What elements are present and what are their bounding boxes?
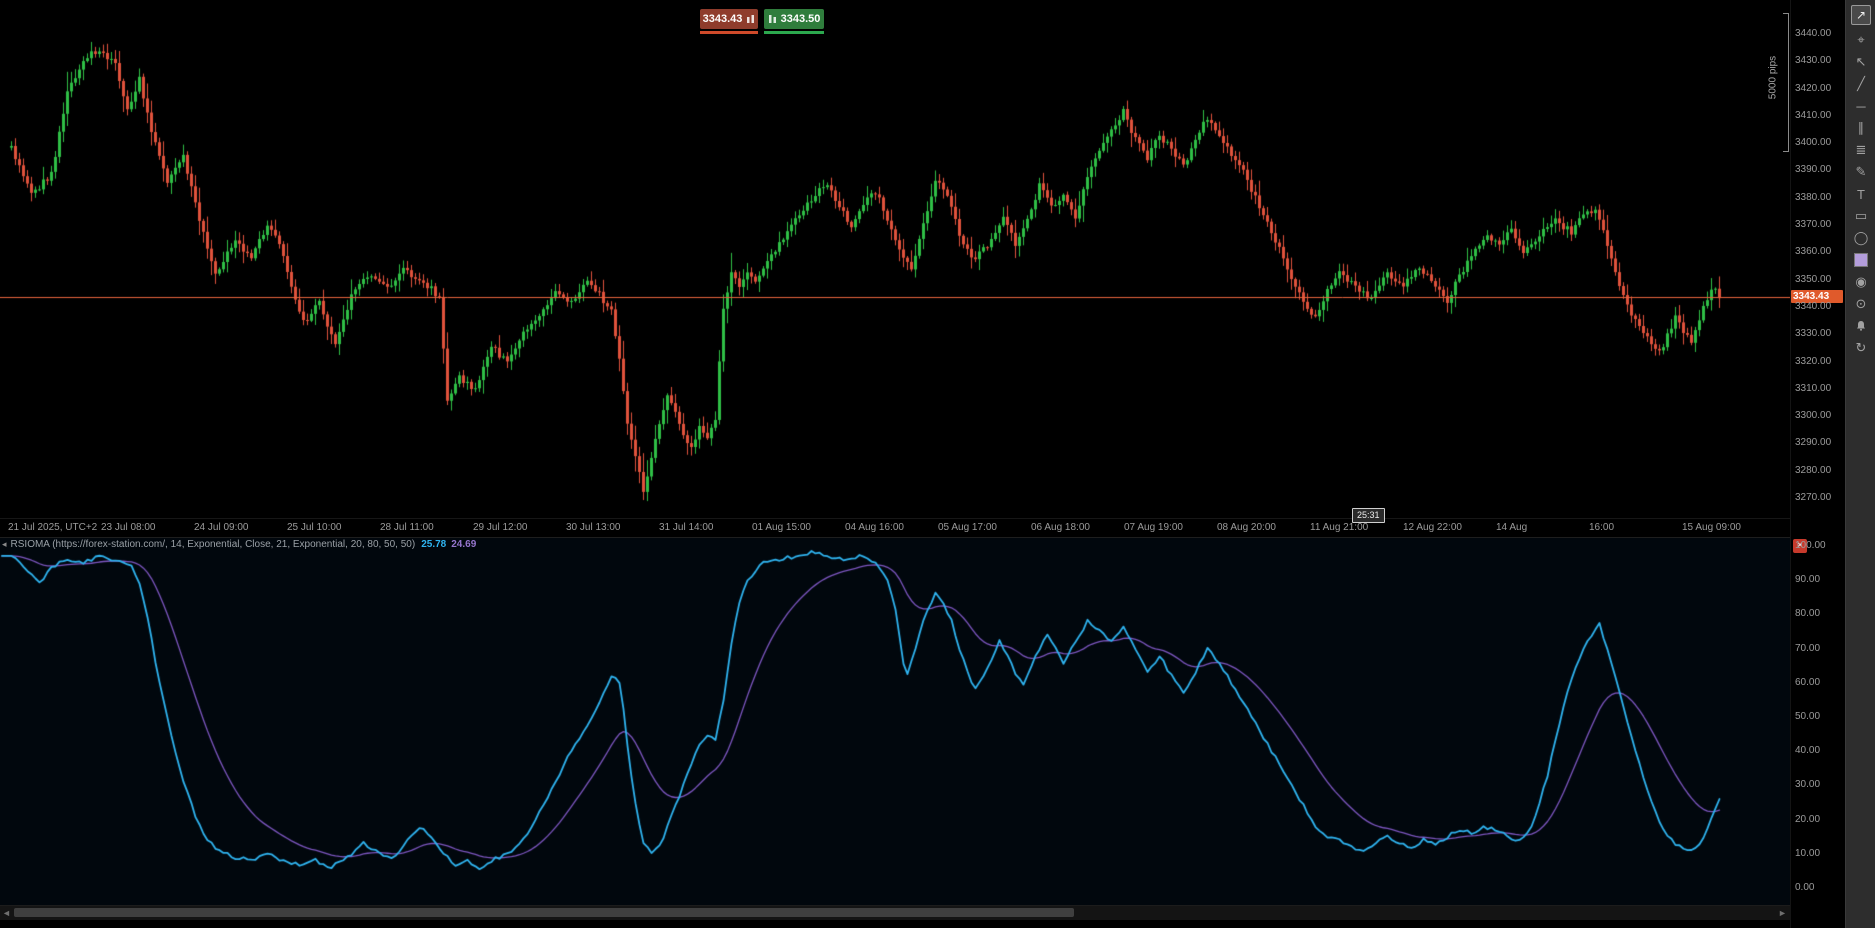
time-axis-label: 29 Jul 12:00: [473, 522, 528, 533]
price-axis-label: 3410.00: [1795, 109, 1832, 121]
drawing-toolbar: ↗ ⌖ ↖ ╱ ─ ∥ ≣ ✎ T ▭ ◯ ◉ ⊙ ↻: [1845, 0, 1875, 928]
scroll-left-arrow[interactable]: ◄: [2, 907, 11, 919]
time-axis[interactable]: 21 Jul 2025, UTC+2 23 Jul 08:00 24 Jul 09:…: [0, 518, 1790, 537]
fibonacci-icon[interactable]: ≣: [1846, 139, 1875, 161]
time-axis-label: 11 Aug 21:00: [1310, 522, 1369, 533]
time-axis-label: 28 Jul 11:00: [380, 522, 434, 533]
screenshot-icon[interactable]: ⊙: [1846, 293, 1875, 315]
visibility-icon[interactable]: ◉: [1846, 271, 1875, 293]
price-axis-label: 3340.00: [1795, 300, 1832, 312]
time-axis-label: 05 Aug 17:00: [938, 522, 997, 533]
rectangle-icon[interactable]: ▭: [1846, 205, 1875, 227]
scrollbar-thumb[interactable]: [14, 908, 1074, 917]
price-axis-label: 3440.00: [1795, 28, 1832, 39]
horizontal-scrollbar[interactable]: ◄ ►: [0, 905, 1790, 920]
time-axis-label: 04 Aug 16:00: [845, 522, 904, 533]
buy-depth-icon: [768, 14, 776, 23]
price-axis-label: 3420.00: [1795, 82, 1832, 94]
color-swatch[interactable]: [1846, 249, 1875, 271]
indicator-axis-label: 70.00: [1795, 642, 1821, 654]
price-axis-label: 3320.00: [1795, 355, 1832, 367]
trendline-icon[interactable]: ╱: [1846, 73, 1875, 95]
indicator-axis-label: 0.00: [1795, 882, 1815, 893]
price-axis-label: 3430.00: [1795, 55, 1832, 67]
price-axis-label: 3400.00: [1795, 137, 1832, 149]
time-axis-label: 14 Aug: [1496, 522, 1528, 533]
alert-icon[interactable]: [1846, 315, 1875, 337]
time-axis-label: 15 Aug 09:00: [1682, 522, 1741, 533]
sell-depth-icon: [747, 14, 755, 23]
indicator-axis-label: 40.00: [1795, 745, 1821, 757]
candlestick-chart[interactable]: [0, 0, 1790, 518]
indicator-axis-label: 100.00: [1795, 540, 1826, 551]
indicator-axis-label: 20.00: [1795, 813, 1821, 825]
price-axis-label: 3370.00: [1795, 219, 1832, 231]
price-axis-label: 3300.00: [1795, 410, 1832, 422]
horizontal-line-icon[interactable]: ─: [1846, 95, 1875, 117]
text-icon[interactable]: T: [1846, 183, 1875, 205]
sell-button[interactable]: 3343.43: [700, 9, 758, 29]
time-axis-label: 23 Jul 08:00: [101, 522, 156, 533]
pips-measure-label: 5000 pips: [1767, 55, 1779, 100]
indicator-axis-label: 90.00: [1795, 574, 1821, 586]
buy-button[interactable]: 3343.50: [764, 9, 824, 29]
time-axis-label: 25 Jul 10:00: [287, 522, 342, 533]
indicator-axis-label: 10.00: [1795, 847, 1821, 859]
trading-app: 21 Jul 2025, UTC+2 23 Jul 08:00 24 Jul 09:…: [0, 0, 1875, 928]
pointer-icon[interactable]: ↖: [1846, 51, 1875, 73]
popout-icon[interactable]: ↗: [1851, 5, 1871, 25]
time-axis-label: 12 Aug 22:00: [1403, 522, 1462, 533]
swatch-color: [1854, 253, 1868, 267]
refresh-icon[interactable]: ↻: [1846, 337, 1875, 359]
candle-countdown-tooltip: 25:31: [1352, 508, 1385, 523]
time-axis-label: 24 Jul 09:00: [194, 522, 249, 533]
time-axis-label: 16:00: [1589, 522, 1615, 533]
time-axis-label: 08 Aug 20:00: [1217, 522, 1276, 533]
indicator-axis-label: 80.00: [1795, 608, 1821, 620]
price-axis-label: 3310.00: [1795, 382, 1832, 394]
scroll-right-arrow[interactable]: ►: [1778, 907, 1787, 919]
price-axis-label: 3350.00: [1795, 273, 1832, 285]
indicator-axis-label: 60.00: [1795, 676, 1821, 688]
indicator-signal-value: 24.69: [451, 539, 477, 550]
price-axis-label: 3360.00: [1795, 246, 1832, 258]
time-axis-label: 21 Jul 2025, UTC+2: [8, 522, 98, 533]
price-axis-label: 3270.00: [1795, 492, 1832, 503]
crosshair-icon[interactable]: ⌖: [1846, 29, 1875, 51]
time-axis-label: 01 Aug 15:00: [752, 522, 811, 533]
time-axis-label: 30 Jul 13:00: [566, 522, 621, 533]
price-axis-label: 3390.00: [1795, 164, 1832, 176]
channel-icon[interactable]: ∥: [1846, 117, 1875, 139]
indicator-title: RSIOMA (https://forex-station.com/, 14, …: [10, 539, 416, 550]
price-axis[interactable]: 3343.43 × 3440.00 3430.00 3420.00 3410.00 34…: [1790, 0, 1846, 928]
price-axis-label: 3330.00: [1795, 328, 1832, 340]
buy-volume-bar: [764, 31, 824, 34]
time-axis-label: 06 Aug 18:00: [1031, 522, 1090, 533]
price-axis-label: 3280.00: [1795, 464, 1832, 476]
pencil-icon[interactable]: ✎: [1846, 161, 1875, 183]
pips-measure-bracket: [1783, 13, 1789, 152]
panel-collapse-icon[interactable]: ◂: [2, 539, 7, 549]
rsioma-indicator-chart[interactable]: [0, 537, 1790, 906]
indicator-axis-label: 50.00: [1795, 711, 1821, 722]
ellipse-icon[interactable]: ◯: [1846, 227, 1875, 249]
time-axis-label: 07 Aug 19:00: [1124, 522, 1183, 533]
sell-price: 3343.43: [702, 13, 743, 25]
indicator-axis-label: 30.00: [1795, 779, 1821, 791]
indicator-title-row: ◂ RSIOMA (https://forex-station.com/, 14,…: [2, 539, 476, 550]
buy-price: 3343.50: [780, 13, 821, 25]
price-axis-label: 3380.00: [1795, 191, 1832, 203]
sell-volume-bar: [700, 31, 758, 34]
price-axis-label: 3290.00: [1795, 437, 1832, 449]
indicator-main-value: 25.78: [421, 539, 447, 550]
time-axis-label: 31 Jul 14:00: [659, 522, 714, 533]
bell-shape: [1857, 321, 1865, 331]
